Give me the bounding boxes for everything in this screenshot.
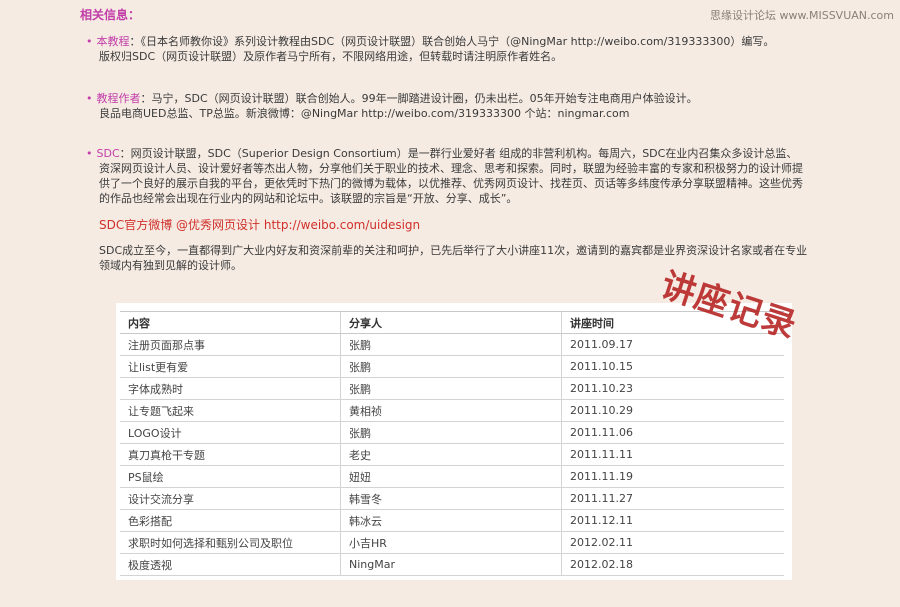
table-row: 设计交流分享 韩雪冬 2011.11.27 bbox=[120, 487, 784, 510]
cell-date: 2011.09.17 bbox=[561, 333, 784, 356]
summary-line: 领域内有独到见解的设计师。 bbox=[99, 259, 242, 272]
cell-date: 2011.11.19 bbox=[561, 465, 784, 488]
cell-speaker: 韩雪冬 bbox=[340, 487, 562, 510]
note-label: 教程作者 bbox=[96, 92, 141, 105]
cell-speaker: 韩冰云 bbox=[340, 509, 562, 532]
summary-paragraph: SDC成立至今，一直都得到广大业内好友和资深前辈的关注和呵护，已先后举行了大小讲… bbox=[99, 243, 869, 273]
cell-speaker: 张鹏 bbox=[340, 333, 562, 356]
note-label: 本教程 bbox=[96, 35, 130, 48]
header-speaker: 分享人 bbox=[340, 311, 562, 334]
cell-date: 2011.10.23 bbox=[561, 377, 784, 400]
cell-speaker: 张鹏 bbox=[340, 355, 562, 378]
cell-date: 2011.11.06 bbox=[561, 421, 784, 444]
cell-content: 字体成熟时 bbox=[120, 377, 341, 400]
table-row: PS鼠绘 妞妞 2011.11.19 bbox=[120, 465, 784, 488]
table-row: 让专题飞起来 黄相祯 2011.10.29 bbox=[120, 399, 784, 422]
site-watermark: 思缘设计论坛 www.MISSVUAN.com bbox=[710, 9, 894, 22]
note-text: ：马宁，SDC（网页设计联盟）联合创始人。99年一脚踏进设计圈，仍未出栏。05年… bbox=[140, 92, 698, 105]
table-row: 极度透视 NingMar 2012.02.18 bbox=[120, 553, 784, 576]
cell-speaker: 张鹏 bbox=[340, 421, 562, 444]
sdc-weibo-link[interactable]: SDC官方微博 @优秀网页设计 http://weibo.com/uidesig… bbox=[99, 216, 420, 233]
cell-speaker: 妞妞 bbox=[340, 465, 562, 488]
cell-content: PS鼠绘 bbox=[120, 465, 341, 488]
bullet-icon: • bbox=[86, 92, 93, 105]
cell-content: 求职时如何选择和甄别公司及职位 bbox=[120, 531, 341, 554]
cell-speaker: 老史 bbox=[340, 443, 562, 466]
note-sdc: • SDC：网页设计联盟，SDC（Superior Design Consorti… bbox=[86, 146, 876, 206]
cell-speaker: 张鹏 bbox=[340, 377, 562, 400]
cell-date: 2011.10.29 bbox=[561, 399, 784, 422]
bullet-icon: • bbox=[86, 147, 93, 160]
table-row: 字体成熟时 张鹏 2011.10.23 bbox=[120, 377, 784, 400]
header-content: 内容 bbox=[120, 311, 341, 334]
note-text: 的作品也经常会出现在行业内的网站和论坛中。该联盟的宗旨是“开放、分享、成长”。 bbox=[99, 192, 518, 205]
cell-speaker: NingMar bbox=[340, 553, 562, 576]
cell-content: LOGO设计 bbox=[120, 421, 341, 444]
bullet-icon: • bbox=[86, 35, 93, 48]
note-text: ：网页设计联盟，SDC（Superior Design Consortium）是… bbox=[119, 147, 798, 160]
cell-content: 让list更有爱 bbox=[120, 355, 341, 378]
table-row: LOGO设计 张鹏 2011.11.06 bbox=[120, 421, 784, 444]
table-row: 色彩搭配 韩冰云 2011.12.11 bbox=[120, 509, 784, 532]
lecture-table-card: 内容 分享人 讲座时间 注册页面那点事 张鹏 2011.09.17 让list更有爱张… bbox=[116, 303, 792, 580]
note-text: 供了一个良好的展示自我的平台，更依凭时下热门的微博为载体，以优推荐、优秀网页设计… bbox=[99, 177, 803, 190]
cell-content: 色彩搭配 bbox=[120, 509, 341, 532]
table-body: 注册页面那点事 张鹏 2011.09.17 让list更有爱 张鹏 2011.10.15 字… bbox=[120, 333, 784, 576]
cell-date: 2012.02.18 bbox=[561, 553, 784, 576]
cell-content: 设计交流分享 bbox=[120, 487, 341, 510]
table-row: 求职时如何选择和甄别公司及职位 小吉HR 2012.02.11 bbox=[120, 531, 784, 554]
cell-date: 2011.11.27 bbox=[561, 487, 784, 510]
cell-date: 2012.02.11 bbox=[561, 531, 784, 554]
table-row: 真刀真枪干专题 老史 2011.11.11 bbox=[120, 443, 784, 466]
note-text: ：《日本名师教你设》系列设计教程由SDC（网页设计联盟）联合创始人马宁（@Nin… bbox=[129, 35, 775, 48]
summary-line: SDC成立至今，一直都得到广大业内好友和资深前辈的关注和呵护，已先后举行了大小讲… bbox=[99, 244, 808, 257]
section-title: 相关信息： bbox=[80, 8, 141, 22]
note-text: 版权归SDC（网页设计联盟）及原作者马宁所有，不限网络用途，但转载时请注明原作者… bbox=[99, 50, 563, 63]
cell-content: 极度透视 bbox=[120, 553, 341, 576]
table-row: 让list更有爱 张鹏 2011.10.15 bbox=[120, 355, 784, 378]
table-row: 注册页面那点事 张鹏 2011.09.17 bbox=[120, 333, 784, 356]
cell-content: 让专题飞起来 bbox=[120, 399, 341, 422]
cell-speaker: 黄相祯 bbox=[340, 399, 562, 422]
cell-date: 2011.11.11 bbox=[561, 443, 784, 466]
note-tutorial: • 本教程：《日本名师教你设》系列设计教程由SDC（网页设计联盟）联合创始人马宁（… bbox=[86, 34, 876, 64]
cell-date: 2011.10.15 bbox=[561, 355, 784, 378]
cell-date: 2011.12.11 bbox=[561, 509, 784, 532]
note-text: 良品电商UED总监、TP总监。新浪微博：@NingMar http://weib… bbox=[99, 107, 630, 120]
cell-content: 注册页面那点事 bbox=[120, 333, 341, 356]
note-label: SDC bbox=[96, 147, 120, 160]
lecture-table: 内容 分享人 讲座时间 注册页面那点事 张鹏 2011.09.17 让list更有爱张… bbox=[120, 311, 784, 576]
note-author: • 教程作者：马宁，SDC（网页设计联盟）联合创始人。99年一脚踏进设计圈，仍未出… bbox=[86, 91, 876, 121]
table-header-row: 内容 分享人 讲座时间 bbox=[120, 311, 784, 334]
cell-speaker: 小吉HR bbox=[340, 531, 562, 554]
cell-content: 真刀真枪干专题 bbox=[120, 443, 341, 466]
note-text: 资深网页设计人员、设计爱好者等杰出人物，分享他们关于职业的技术、理念、思考和探索… bbox=[99, 162, 803, 175]
